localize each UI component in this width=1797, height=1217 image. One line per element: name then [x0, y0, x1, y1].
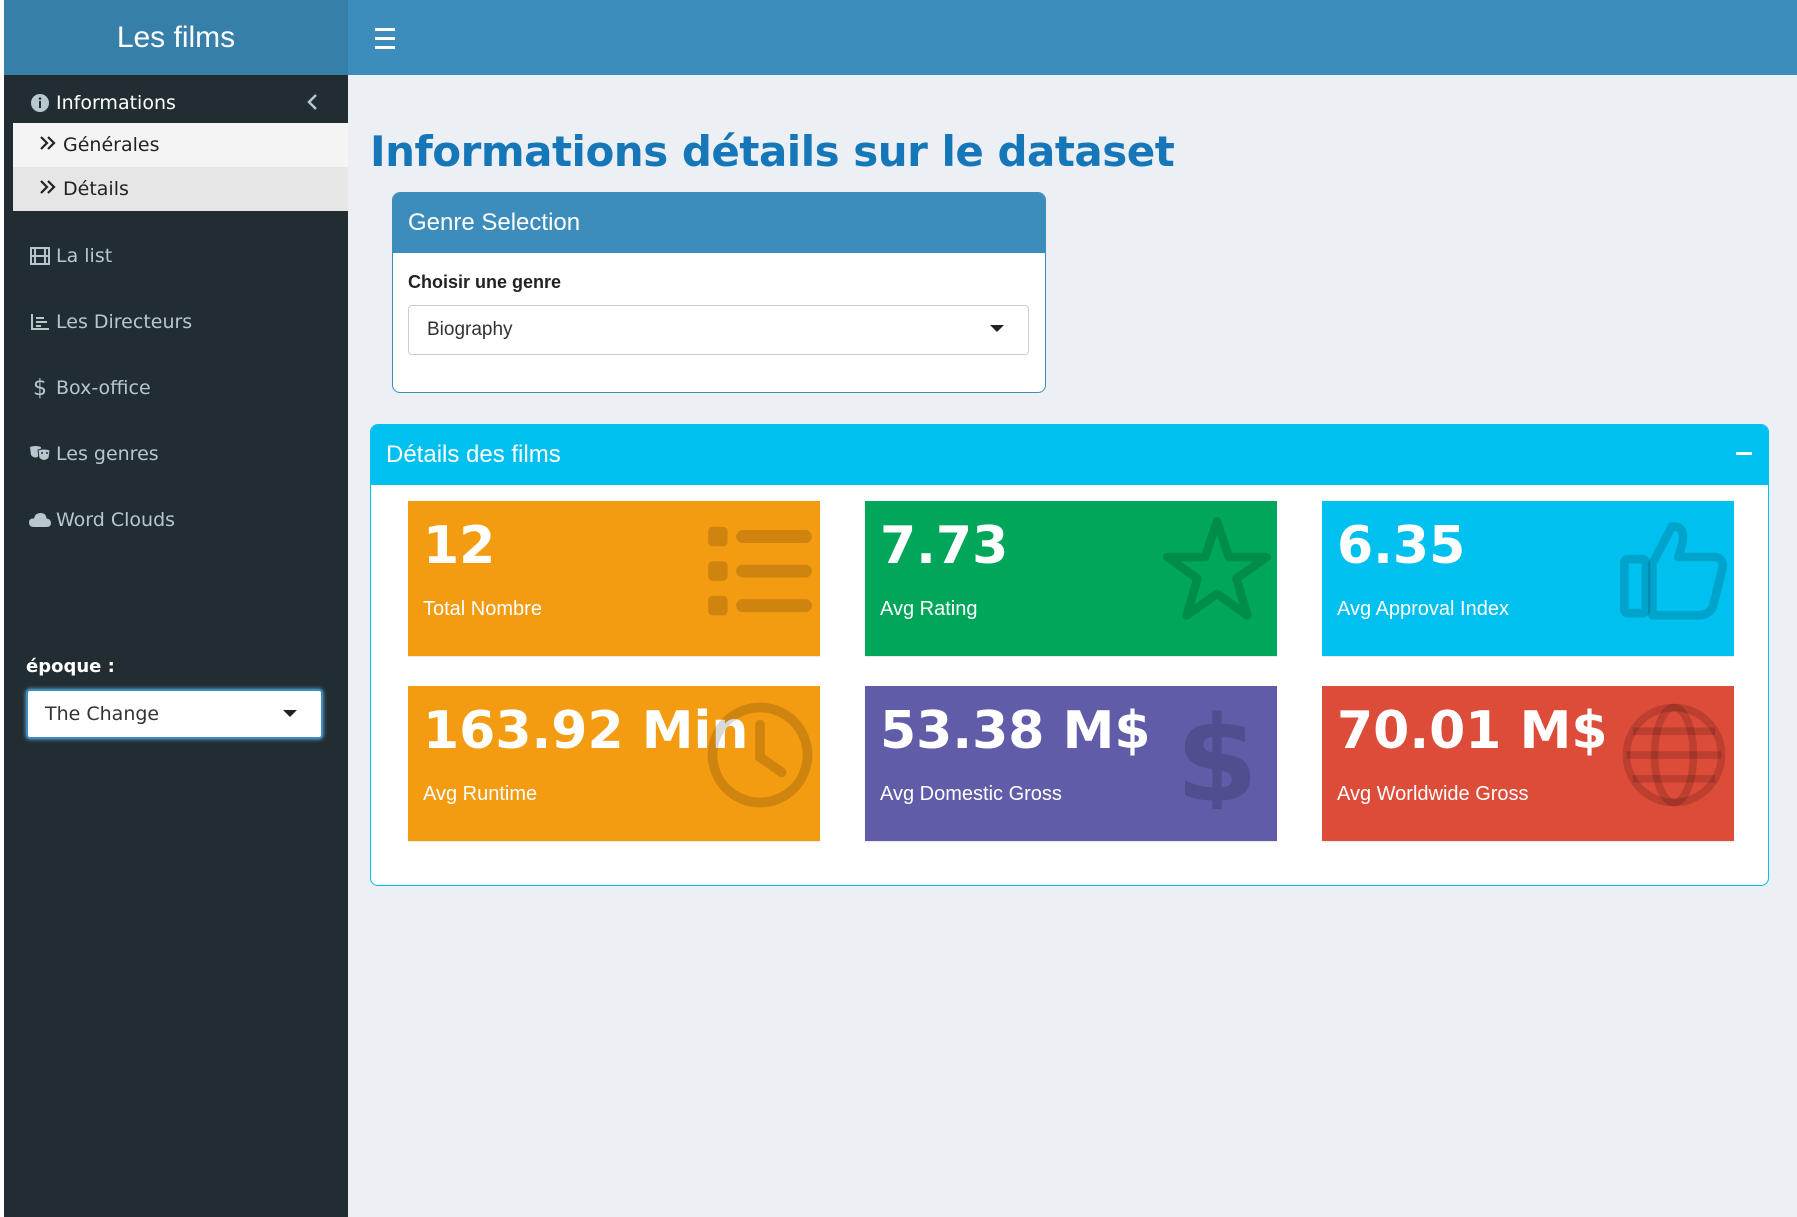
sidebar-item-label: Les genres: [56, 443, 159, 465]
sidebar-subitem-label: Générales: [63, 134, 160, 156]
dollar-icon: $: [33, 375, 47, 401]
details-box-title: Détails des films: [386, 441, 561, 468]
value-box-value: 70.01 M$: [1337, 701, 1608, 761]
sidebar-item-label: Les Directeurs: [56, 311, 193, 333]
double-chevron-right-icon: [39, 178, 57, 200]
sidebar-item-la-list[interactable]: La list: [4, 228, 348, 284]
info-circle-icon: [28, 93, 52, 113]
sidebar-subitem-label: Détails: [63, 178, 129, 200]
star-icon: [1163, 517, 1271, 620]
sidebar-item-box-office[interactable]: $ Box-office: [4, 360, 348, 416]
theater-masks-icon: [28, 444, 52, 464]
value-box-avg-approval-index: 6.35 Avg Approval Index: [1322, 501, 1734, 656]
value-box-avg-worldwide-gross: 70.01 M$ Avg Worldwide Gross: [1322, 686, 1734, 841]
value-box-value: 163.92 Min: [423, 701, 749, 761]
main-content: Informations détails sur le dataset Genr…: [348, 75, 1797, 1217]
globe-icon: [1622, 703, 1726, 807]
epoque-label: époque :: [26, 656, 115, 677]
value-box-value: 53.38 M$: [880, 701, 1151, 761]
page-title: Informations détails sur le dataset: [370, 127, 1175, 176]
sidebar-item-word-clouds[interactable]: Word Clouds: [4, 492, 348, 548]
value-box-label: Avg Approval Index: [1337, 598, 1509, 620]
app: Les films Informations Générales Détails…: [4, 0, 1797, 1217]
genre-select[interactable]: Biography: [408, 305, 1029, 355]
value-box-avg-domestic-gross: 53.38 M$ Avg Domestic Gross $: [865, 686, 1277, 841]
value-box-avg-rating: 7.73 Avg Rating: [865, 501, 1277, 656]
value-box-value: 6.35: [1337, 516, 1466, 576]
value-box-label: Avg Worldwide Gross: [1337, 783, 1529, 805]
list-icon: [708, 526, 812, 616]
genre-box-header: Genre Selection: [393, 193, 1045, 253]
hamburger-icon: [375, 28, 395, 31]
epoque-select[interactable]: The Change: [26, 689, 323, 739]
sidebar-item-label: La list: [56, 245, 113, 267]
svg-text:$: $: [1176, 701, 1259, 809]
clock-icon: [707, 702, 813, 808]
double-chevron-right-icon: [39, 134, 57, 156]
value-box-label: Avg Rating: [880, 598, 978, 620]
value-box-total-nombre: 12 Total Nombre: [408, 501, 820, 656]
sidebar-item-les-directeurs[interactable]: Les Directeurs: [4, 294, 348, 350]
value-box-avg-runtime: 163.92 Min Avg Runtime: [408, 686, 820, 841]
collapse-minus-button[interactable]: [1736, 452, 1752, 455]
epoque-selected-value: The Change: [45, 703, 160, 725]
app-logo[interactable]: Les films: [4, 0, 348, 75]
film-icon: [28, 247, 52, 265]
genre-selection-box: Genre Selection Choisir une genre Biogra…: [392, 192, 1046, 393]
genre-field-label: Choisir une genre: [408, 272, 562, 292]
sidebar-item-label: Word Clouds: [56, 509, 176, 531]
sidebar-toggle-button[interactable]: [368, 22, 402, 54]
cloud-icon: [28, 511, 52, 529]
sidebar: Informations Générales Détails La list L…: [4, 75, 348, 1217]
sidebar-item-les-genres[interactable]: Les genres: [4, 426, 348, 482]
chevron-down-icon: [990, 325, 1004, 332]
value-box-label: Avg Domestic Gross: [880, 783, 1062, 805]
chevron-down-icon: [283, 710, 297, 717]
value-box-label: Total Nombre: [423, 598, 542, 620]
dollar-icon: $: [1176, 701, 1259, 809]
value-box-label: Avg Runtime: [423, 783, 538, 805]
sidebar-item-label: Informations: [56, 92, 176, 114]
chevron-left-icon: [306, 93, 318, 116]
value-box-value: 7.73: [880, 516, 1009, 576]
details-box-header: Détails des films: [371, 425, 1768, 485]
sidebar-subitem-generales[interactable]: Générales: [13, 123, 348, 167]
top-navbar: [348, 0, 1797, 75]
app-title: Les films: [116, 20, 236, 54]
sidebar-item-label: Box-office: [56, 377, 151, 399]
value-box-value: 12: [423, 516, 496, 576]
genre-selected-value: Biography: [427, 319, 513, 340]
thumbs-up-icon: [1620, 522, 1728, 620]
sidebar-subitem-details[interactable]: Détails: [13, 167, 348, 211]
film-details-box: Détails des films 12 Total Nombre 7.73 A…: [370, 424, 1769, 886]
line-chart-icon: [28, 313, 52, 331]
